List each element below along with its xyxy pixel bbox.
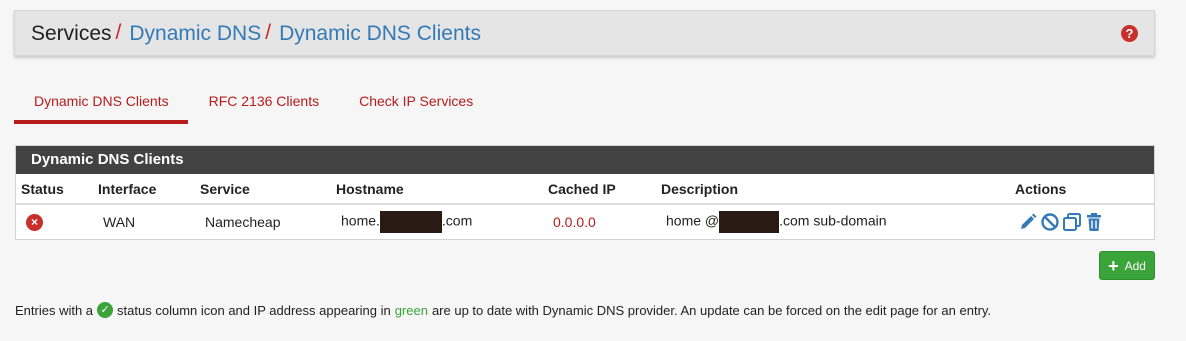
- column-header-cached-ip: Cached IP: [548, 174, 661, 205]
- column-header-actions: Actions: [1015, 174, 1154, 205]
- clients-panel: Dynamic DNS Clients Status Interface Ser…: [15, 145, 1155, 240]
- note-text-1: Entries with a: [15, 302, 94, 318]
- description-prefix: home @: [666, 212, 720, 229]
- tab-rfc2136-clients[interactable]: RFC 2136 Clients: [189, 84, 339, 124]
- delete-icon[interactable]: [1084, 212, 1104, 232]
- add-button[interactable]: + Add: [1099, 251, 1155, 280]
- panel-title: Dynamic DNS Clients: [16, 146, 1154, 174]
- column-header-hostname: Hostname: [336, 174, 548, 205]
- column-header-status: Status: [16, 174, 98, 205]
- redaction-block: [719, 210, 780, 233]
- note-text-3: are up to date with Dynamic DNS provider…: [431, 302, 992, 318]
- description-cell: home @ .com sub-domain: [661, 204, 1015, 238]
- breadcrumb-bar: Services / Dynamic DNS / Dynamic DNS Cli…: [14, 10, 1155, 56]
- cached-ip-cell: 0.0.0.0: [553, 213, 596, 230]
- breadcrumb-separator: /: [115, 21, 122, 44]
- actions-cell: [1015, 204, 1154, 238]
- status-cell: ×: [16, 204, 98, 238]
- column-header-description: Description: [661, 174, 1015, 205]
- hostname-prefix: home.: [341, 212, 380, 229]
- column-header-interface: Interface: [98, 174, 200, 205]
- help-note: Entries with a ✓ status column icon and …: [15, 302, 991, 318]
- help-icon[interactable]: ?: [1121, 25, 1138, 42]
- column-header-service: Service: [200, 174, 336, 205]
- hostname-cell: home. .com: [336, 204, 548, 238]
- note-green-word: green: [394, 302, 428, 318]
- note-text-2: status column icon and IP address appear…: [117, 302, 391, 318]
- breadcrumb-dynamic-dns-clients[interactable]: Dynamic DNS Clients: [279, 23, 481, 44]
- tab-check-ip-services[interactable]: Check IP Services: [339, 84, 492, 124]
- description-suffix: .com sub-domain: [779, 212, 887, 229]
- clients-table: Status Interface Service Hostname Cached…: [16, 174, 1154, 238]
- tab-bar: Dynamic DNS Clients RFC 2136 Clients Che…: [14, 84, 493, 126]
- tab-dynamic-dns-clients[interactable]: Dynamic DNS Clients: [14, 84, 188, 124]
- error-status-icon: ×: [26, 213, 43, 231]
- table-header-row: Status Interface Service Hostname Cached…: [16, 174, 1154, 205]
- copy-icon[interactable]: [1062, 212, 1082, 232]
- breadcrumb-dynamic-dns[interactable]: Dynamic DNS: [129, 23, 261, 44]
- breadcrumb-separator: /: [265, 21, 272, 44]
- interface-cell: WAN: [103, 213, 136, 230]
- service-cell: Namecheap: [205, 213, 281, 230]
- disable-icon[interactable]: [1040, 212, 1060, 232]
- table-row: × WAN Namecheap home. .com 0.0.0.0 home @…: [16, 204, 1154, 238]
- plus-icon: +: [1108, 255, 1119, 276]
- check-icon: ✓: [97, 302, 114, 318]
- edit-icon[interactable]: [1018, 212, 1038, 232]
- hostname-suffix: .com: [441, 212, 473, 229]
- add-button-label: Add: [1124, 258, 1146, 273]
- redaction-block: [379, 210, 442, 233]
- breadcrumb-services: Services: [31, 21, 112, 45]
